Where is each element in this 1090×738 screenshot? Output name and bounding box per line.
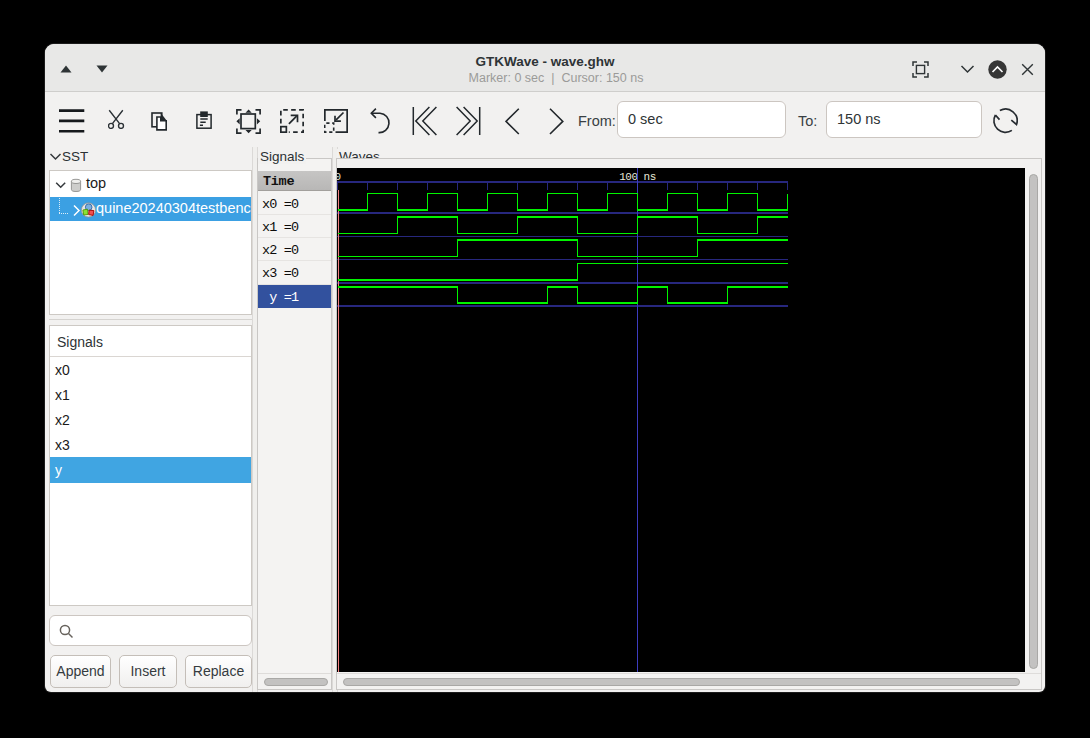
svg-text:0: 0	[337, 171, 341, 183]
